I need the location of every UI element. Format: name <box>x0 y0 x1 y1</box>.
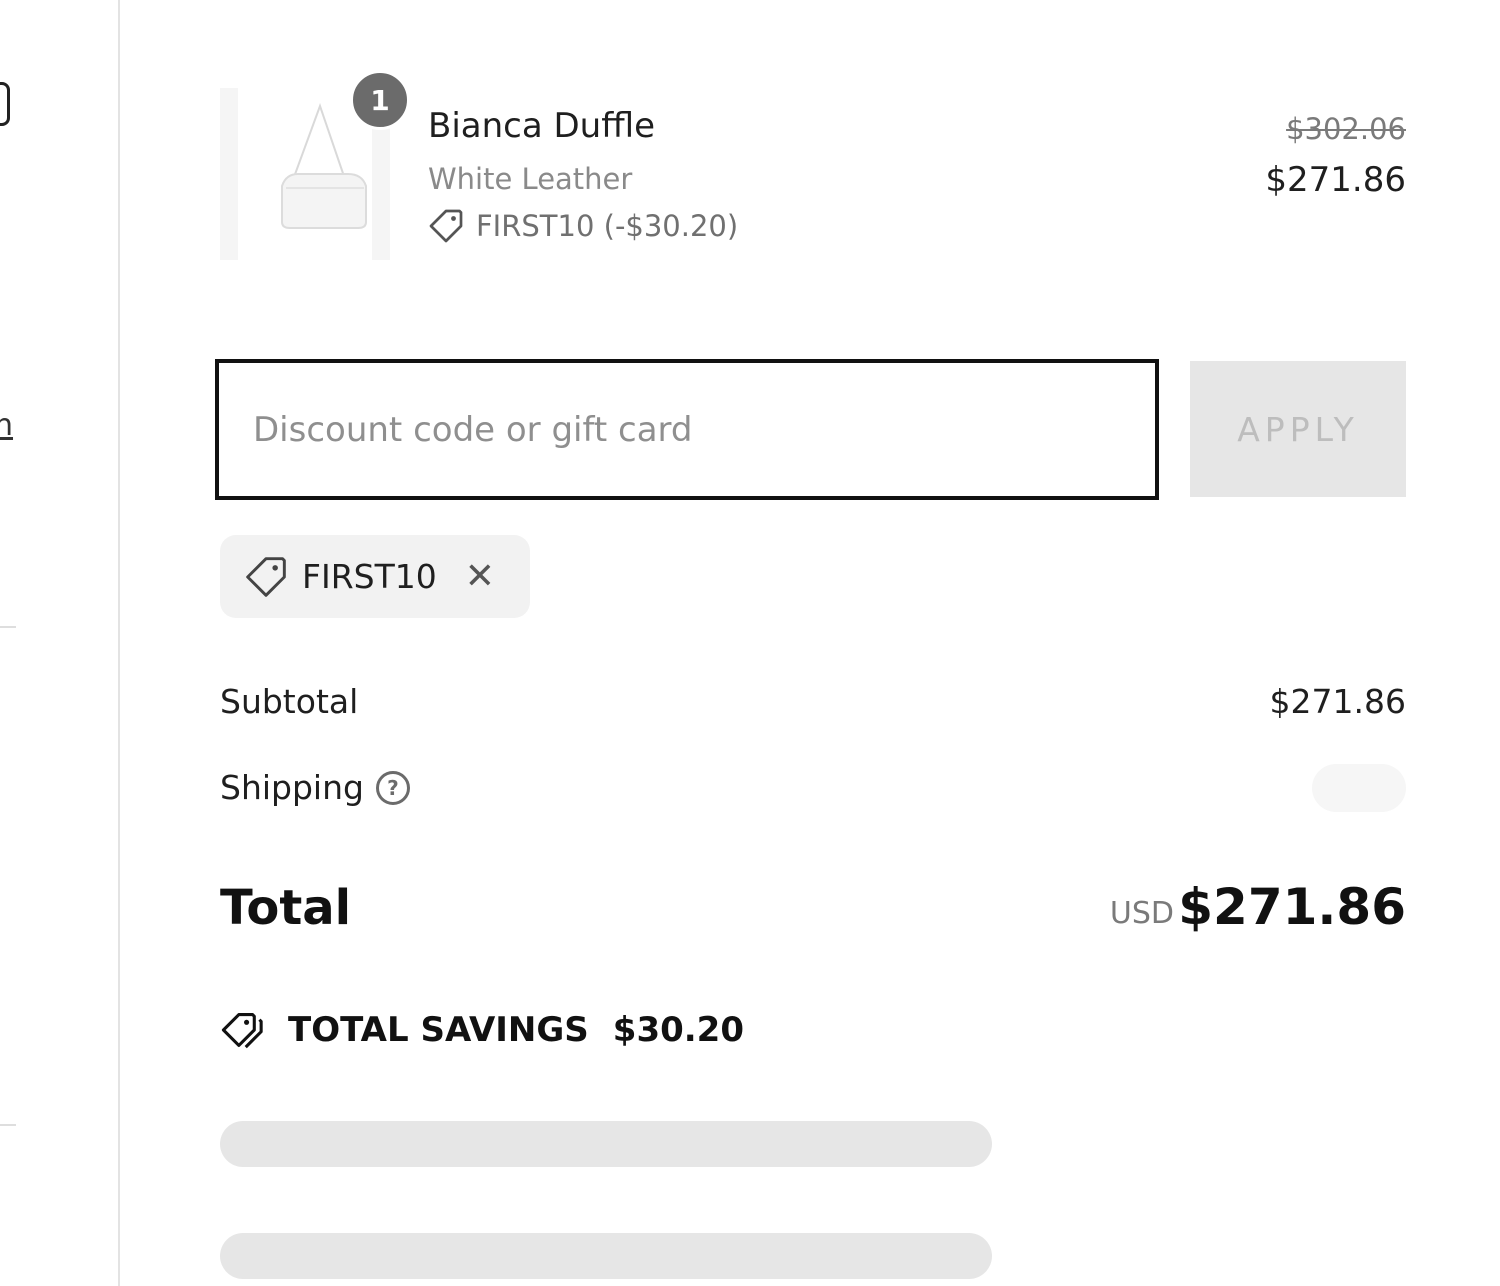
shipping-label: Shipping <box>220 768 364 807</box>
applied-discount-chip: FIRST10 ✕ <box>220 535 530 618</box>
total-savings: TOTAL SAVINGS $30.20 <box>220 1008 744 1052</box>
product-name: Bianca Duffle <box>428 106 656 146</box>
shipping-row: Shipping ? <box>220 768 410 807</box>
current-price: $271.86 <box>1265 160 1406 200</box>
checkout-order-summary: n 1 Bianca Duffle White Leather FIRST10 … <box>0 0 1500 1286</box>
column-divider <box>118 0 120 1286</box>
tags-icon <box>221 1013 263 1049</box>
left-divider-line <box>0 1124 16 1126</box>
product-discount-note: FIRST10 (-$30.20) <box>428 208 738 244</box>
discount-code-input[interactable] <box>215 359 1159 500</box>
product-discount-label: FIRST10 (-$30.20) <box>476 209 739 243</box>
handbag-image <box>281 103 367 229</box>
apply-button[interactable]: APPLY <box>1190 361 1406 497</box>
original-price: $302.06 <box>1286 112 1406 146</box>
applied-discount-code: FIRST10 <box>302 557 437 596</box>
subtotal-value: $271.86 <box>1269 682 1406 721</box>
left-panel: n <box>0 0 118 1286</box>
total-savings-label: TOTAL SAVINGS <box>288 1010 589 1050</box>
shipping-value-loading <box>1312 764 1406 812</box>
loading-skeleton <box>220 1121 992 1167</box>
subtotal-label: Subtotal <box>220 682 359 721</box>
quantity-badge: 1 <box>350 70 410 130</box>
left-panel-link[interactable]: n <box>0 408 13 443</box>
tag-icon <box>429 209 463 243</box>
loading-skeleton <box>220 1233 992 1279</box>
total-currency: USD <box>1109 896 1174 931</box>
question-circle-icon[interactable]: ? <box>375 770 410 805</box>
total-label: Total <box>220 880 352 936</box>
total-savings-amount: $30.20 <box>612 1010 744 1050</box>
left-divider-line <box>0 626 16 628</box>
total-amount: $271.86 <box>1178 878 1406 936</box>
product-variant: White Leather <box>428 162 633 196</box>
close-icon[interactable]: ✕ <box>465 558 495 595</box>
bag-icon <box>0 82 10 126</box>
tag-icon <box>246 556 286 597</box>
